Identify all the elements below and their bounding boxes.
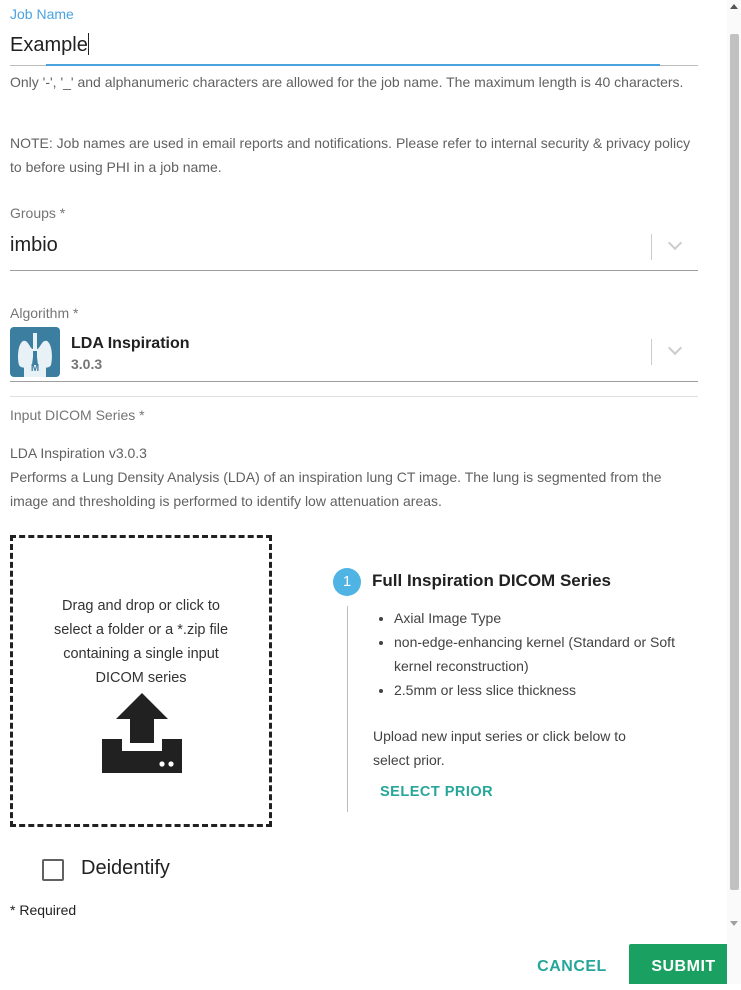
groups-value: imbio: [10, 234, 58, 256]
scroll-down-arrow-icon[interactable]: [730, 921, 738, 926]
section-divider: [10, 396, 698, 397]
job-name-help: Only '-', '_' and alphanumeric character…: [10, 74, 684, 90]
algorithm-select-divider: [651, 339, 652, 365]
input-series-label: Input DICOM Series *: [10, 407, 145, 423]
groups-select[interactable]: imbio: [10, 228, 698, 271]
scrollbar-thumb[interactable]: [730, 34, 739, 890]
requirement-item: Axial Image Type: [394, 606, 694, 630]
deidentify-checkbox[interactable]: [42, 859, 64, 881]
text-cursor: [87, 33, 89, 55]
lung-icon: M: [10, 327, 60, 377]
chevron-down-icon[interactable]: [667, 235, 683, 251]
scroll-up-arrow-icon[interactable]: [730, 4, 738, 9]
dropzone-text: Drag and drop or click to select a folde…: [53, 598, 229, 686]
algorithm-select[interactable]: M LDA Inspiration 3.0.3: [10, 325, 698, 382]
dicom-dropzone[interactable]: Drag and drop or click to select a folde…: [10, 535, 272, 827]
deidentify-label[interactable]: Deidentify: [81, 857, 170, 880]
groups-label: Groups *: [10, 205, 66, 221]
chevron-down-icon[interactable]: [667, 340, 683, 356]
requirements-list: Axial Image Type non-edge-enhancing kern…: [374, 606, 694, 702]
job-name-value: Example: [10, 34, 88, 56]
algorithm-name: LDA Inspiration: [71, 335, 190, 352]
algorithm-title: LDA Inspiration v3.0.3: [10, 445, 147, 461]
required-note: * Required: [10, 902, 77, 918]
step-title: Full Inspiration DICOM Series: [372, 571, 611, 590]
job-name-label: Job Name: [10, 6, 74, 22]
job-name-focus-underline: [46, 64, 660, 66]
algorithm-label: Algorithm *: [10, 305, 79, 321]
groups-select-divider: [651, 234, 652, 260]
step-connector: [347, 606, 348, 812]
vertical-scrollbar[interactable]: [727, 0, 741, 984]
step-badge: 1: [333, 568, 361, 596]
job-name-note: NOTE: Job names are used in email report…: [10, 135, 691, 175]
select-prior-button[interactable]: SELECT PRIOR: [380, 784, 493, 800]
lung-icon-letter: M: [30, 363, 40, 374]
upload-hint: Upload new input series or click below t…: [373, 728, 626, 768]
requirement-item: non-edge-enhancing kernel (Standard or S…: [394, 630, 694, 678]
job-name-input[interactable]: Example: [10, 30, 698, 66]
cancel-button[interactable]: CANCEL: [522, 944, 622, 984]
algorithm-description: Performs a Lung Density Analysis (LDA) o…: [10, 469, 662, 509]
submit-button[interactable]: SUBMIT: [629, 944, 738, 984]
requirement-item: 2.5mm or less slice thickness: [394, 678, 694, 702]
upload-icon: [100, 693, 184, 773]
algorithm-version: 3.0.3: [71, 356, 103, 372]
